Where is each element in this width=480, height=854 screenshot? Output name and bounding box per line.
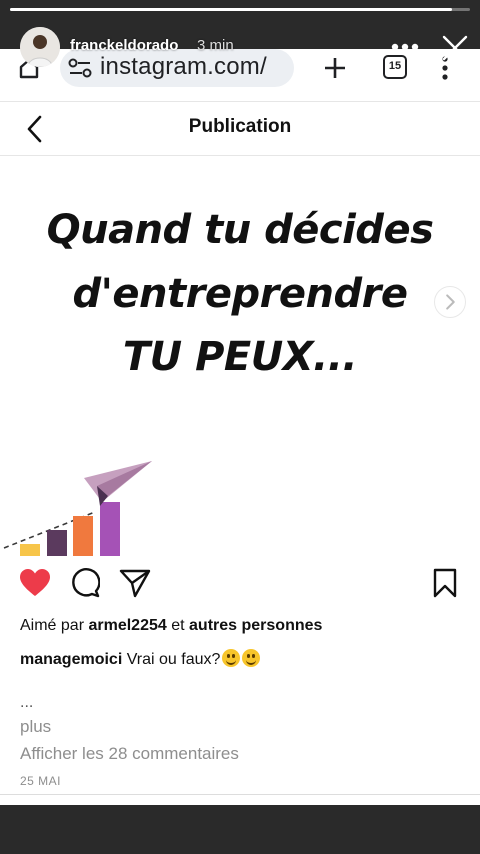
chart-bar-2 <box>47 530 67 556</box>
avatar-person-icon <box>20 27 60 67</box>
likes-connector: et <box>171 617 185 634</box>
heart-icon[interactable] <box>18 568 52 598</box>
screenshot-screen: instagram.com/ 15 Publication Quand tu d… <box>0 49 480 805</box>
grinning-emoji-icon <box>242 649 261 667</box>
chart-bar-3 <box>73 516 93 556</box>
story-username[interactable]: franckeldorado <box>70 37 178 54</box>
story-header: franckeldorado 3 min <box>0 24 480 69</box>
chart-bar-4 <box>100 502 120 556</box>
caption-text: Vrai ou faux? <box>126 651 221 668</box>
divider <box>0 794 480 795</box>
share-icon[interactable] <box>119 568 151 598</box>
comment-icon[interactable] <box>70 568 100 598</box>
next-slide-icon[interactable] <box>434 286 466 318</box>
avatar[interactable] <box>20 27 60 67</box>
post-actions <box>0 554 480 610</box>
instagram-header: Publication <box>0 101 480 156</box>
bookmark-icon[interactable] <box>432 568 458 598</box>
growth-chart-illustration <box>3 461 152 556</box>
page-title: Publication <box>188 116 292 137</box>
headline-line-2: d'entreprendre <box>72 271 408 317</box>
likes-line: Aimé par armel2254 et autres personnes <box>20 617 322 635</box>
more-link[interactable]: plus <box>20 717 51 737</box>
story-progress-bar <box>10 8 470 11</box>
likes-prefix: Aimé par <box>20 617 85 634</box>
caption: managemoici Vrai ou faux? <box>20 649 261 669</box>
paper-plane-icon <box>84 461 152 506</box>
liker-username[interactable]: armel2254 <box>88 617 166 634</box>
post-date: 25 MAI <box>20 774 62 788</box>
close-icon[interactable] <box>441 34 469 62</box>
view-comments-link[interactable]: Afficher les 28 commentaires <box>20 744 239 764</box>
post-image[interactable]: Quand tu décides d'entreprendre TU PEUX.… <box>0 156 480 556</box>
caption-username[interactable]: managemoici <box>20 651 122 668</box>
more-horizontal-icon[interactable] <box>390 42 420 52</box>
caption-ellipsis: ... <box>20 694 34 711</box>
story-progress-fill <box>10 8 452 11</box>
grinning-emoji-icon <box>222 649 241 667</box>
headline-line-1: Quand tu décides <box>46 207 434 253</box>
story-time: 3 min <box>197 37 234 54</box>
headline-line-3: TU PEUX... <box>122 334 358 380</box>
likes-others[interactable]: autres personnes <box>189 617 322 634</box>
